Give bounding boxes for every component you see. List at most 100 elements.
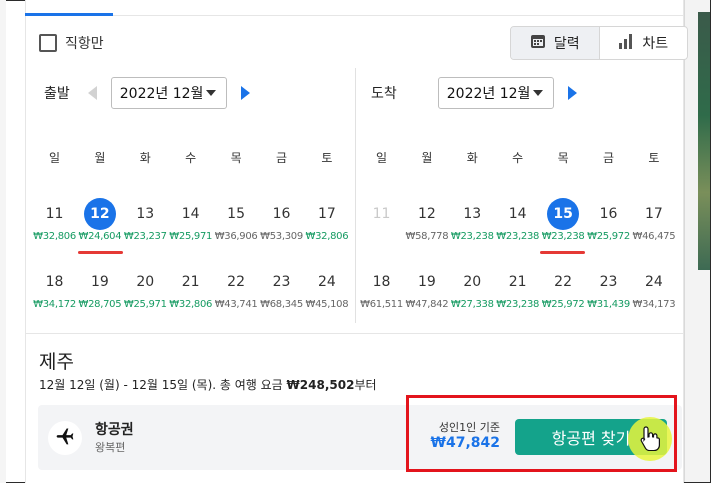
arrival-day-cell[interactable]: 14 ₩23,238 [495,198,540,242]
destination-photo [698,12,710,270]
arrival-day-number: 19 [417,274,436,290]
calendar-divider [355,68,356,323]
arrival-month-select[interactable]: 2022년 12월 [437,77,554,109]
arrival-day-cell[interactable]: 16 ₩25,972 [586,198,631,242]
arrival-day-number: 23 [599,274,618,290]
direct-only-filter[interactable]: 직항만 [39,33,104,53]
arrival-day-price: ₩27,338 [450,299,494,310]
arrival-month-row: 도착 2022년 12월 [371,77,577,109]
arrival-day-cell[interactable]: 21 ₩23,238 [495,266,540,310]
arrival-day-cell[interactable]: 15 ₩23,238 [541,198,586,242]
departure-weekday-header: 금 [275,151,288,165]
airplane-icon [55,426,75,450]
arrival-day-cell[interactable]: 17 ₩46,475 [631,198,676,242]
departure-day-number: 14 [181,206,200,222]
arrival-day-cell[interactable]: 23 ₩31,439 [586,266,631,310]
arrival-weekday-header: 화 [466,151,478,165]
arrival-weekday-header: 토 [648,151,660,165]
arrival-day-cell[interactable]: 12 ₩58,778 [404,198,449,242]
departure-day-number: 12 [83,198,116,230]
arrival-day-cell[interactable]: 22 ₩25,972 [541,266,586,310]
departure-day-cell[interactable]: 21 ₩32,806 [168,266,213,310]
arrival-day-number: 24 [644,274,663,290]
arrival-day-price: ₩46,475 [632,231,676,242]
departure-weekday-header: 월 [94,151,106,165]
departure-next-month-icon[interactable] [240,86,250,100]
departure-weekday-header: 토 [321,151,333,165]
trip-total-fare: ₩248,502 [286,378,355,392]
departure-day-price: ₩28,705 [78,299,122,310]
arrival-day-price: ₩61,511 [360,299,403,310]
departure-day-number: 11 [45,206,64,222]
calendar-view-label: 달력 [553,36,580,52]
departure-day-cell[interactable]: 14 ₩25,971 [168,198,213,242]
arrival-day-number: 14 [508,206,527,222]
active-tab-indicator [25,13,113,16]
arrival-day-cell[interactable]: 20 ₩27,338 [450,266,495,310]
view-toggle: 달력 차트 [510,26,688,60]
departure-day-price: ₩53,309 [260,231,303,242]
arrival-day-cell[interactable]: 13 ₩23,238 [450,198,495,242]
departure-label: 출발 [44,86,70,102]
departure-day-price: ₩25,971 [169,231,213,242]
departure-day-cell[interactable]: 19 ₩28,705 [77,266,122,310]
departure-day-number: 17 [317,206,336,222]
arrival-day-cell[interactable]: 24 ₩34,173 [631,266,676,310]
chevron-down-icon [205,90,216,96]
arrival-month-value: 2022년 12월 [446,86,531,102]
departure-day-cell[interactable]: 13 ₩23,237 [123,198,168,242]
departure-day-number: 16 [272,206,291,222]
arrival-day-price: ₩25,972 [541,299,585,310]
airplane-icon-badge [48,421,82,455]
arrival-day-cell[interactable]: 18 ₩61,511 [359,266,404,310]
departure-day-price: ₩68,345 [260,299,303,310]
arrival-weekday-header: 금 [602,151,615,165]
departure-day-cell[interactable]: 11 ₩32,806 [32,198,77,242]
departure-day-cell[interactable]: 23 ₩68,345 [259,266,304,310]
departure-day-price: ₩25,971 [123,299,167,310]
departure-weekday-header: 화 [139,151,151,165]
arrival-next-month-icon[interactable] [567,86,577,100]
arrival-day-number: 21 [508,274,527,290]
departure-day-number: 24 [317,274,336,290]
departure-day-number: 15 [227,206,245,222]
direct-only-checkbox[interactable] [39,34,57,52]
departure-day-cell[interactable]: 16 ₩53,309 [259,198,304,242]
departure-day-cell[interactable]: 15 ₩36,906 [214,198,259,242]
departure-month-select[interactable]: 2022년 12월 [110,77,227,109]
departure-day-number: 13 [136,206,155,222]
departure-day-cell[interactable]: 18 ₩34,172 [32,266,77,310]
arrival-day-price: ₩34,173 [632,299,676,310]
departure-day-cell[interactable]: 24 ₩45,108 [304,266,349,310]
chart-view-button[interactable]: 차트 [599,27,687,59]
annotation-underline-arrival [540,251,585,254]
arrival-label: 도착 [371,86,397,102]
arrival-day-price: ₩25,972 [587,231,630,242]
arrival-day-number: 22 [554,274,572,290]
departure-month-row: 출발 2022년 12월 [44,77,250,109]
departure-day-number: 22 [227,274,245,290]
departure-weekday-header: 일 [48,151,61,165]
departure-prev-month-icon[interactable] [87,86,97,100]
arrival-weekday-header: 일 [375,151,388,165]
calendar-view-button[interactable]: 달력 [511,27,600,59]
departure-day-price: ₩24,604 [78,231,122,242]
arrival-day-cell[interactable]: 19 ₩47,842 [404,266,449,310]
departure-day-cell[interactable]: 12 ₩24,604 [77,198,122,242]
destination-title: 제주 [39,351,74,373]
arrival-day-price: ₩47,842 [405,299,449,310]
trip-summary: 12월 12일 (월) - 12월 15일 (목). 총 여행 요금 ₩248,… [39,376,377,393]
direct-only-label: 직항만 [65,36,104,52]
departure-day-price: ₩32,806 [305,231,349,242]
annotation-underline-departure [78,251,123,254]
departure-day-price: ₩43,741 [214,299,258,310]
summary-divider [25,333,684,334]
result-card-title: 항공권 [95,422,134,438]
hand-cursor-icon [640,425,662,455]
arrival-day-number: 12 [417,206,436,222]
departure-day-cell[interactable]: 17 ₩32,806 [304,198,349,242]
departure-day-cell[interactable]: 20 ₩25,971 [123,266,168,310]
departure-day-cell[interactable]: 22 ₩43,741 [214,266,259,310]
arrival-day-price: ₩23,238 [450,231,494,242]
chevron-down-icon [532,90,543,96]
